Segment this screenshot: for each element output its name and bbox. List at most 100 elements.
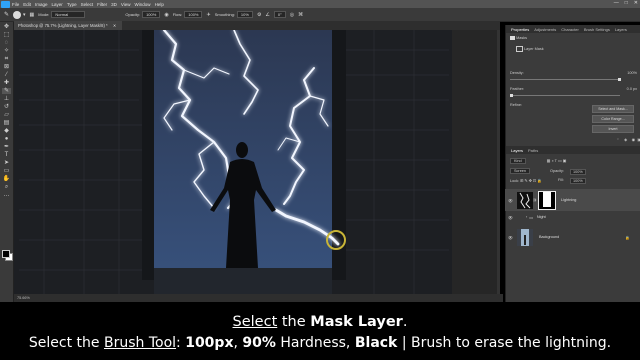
density-value[interactable]: 100% xyxy=(627,71,637,75)
quick-select-tool-icon[interactable]: ✧ xyxy=(2,48,11,54)
density-slider[interactable] xyxy=(510,78,621,81)
vertical-scrollbar[interactable] xyxy=(497,30,500,294)
load-selection-icon[interactable]: ◌ xyxy=(617,137,619,141)
lasso-tool-icon[interactable]: ◌ xyxy=(2,40,11,46)
feather-value[interactable]: 0.0 px xyxy=(627,87,637,91)
layer-name-background[interactable]: Background xyxy=(539,235,559,239)
folder-chevron-icon[interactable]: › xyxy=(526,215,527,219)
opacity-field[interactable]: 100% xyxy=(142,11,161,18)
mask-link-icon[interactable]: ⛓ xyxy=(533,198,537,202)
menu-filter[interactable]: Filter xyxy=(97,2,107,7)
caption-period: . xyxy=(402,314,408,330)
layer-opacity-field[interactable]: 100% xyxy=(570,169,586,175)
layer-name-lightning[interactable]: Lightning xyxy=(561,198,576,202)
photoshop-logo-icon[interactable] xyxy=(1,0,10,8)
layer-kind-filter[interactable]: Kind xyxy=(510,158,526,164)
menu-image[interactable]: Image xyxy=(35,2,48,7)
disable-mask-icon[interactable]: ◉ xyxy=(632,137,635,142)
angle-icon[interactable]: ∠ xyxy=(265,12,269,18)
path-select-tool-icon[interactable]: ➤ xyxy=(2,160,11,166)
marquee-tool-icon[interactable]: ⬚ xyxy=(2,32,11,38)
tab-close-icon[interactable]: ✕ xyxy=(113,23,117,28)
color-range-button[interactable]: Color Range... xyxy=(592,115,634,123)
tab-character[interactable]: Character xyxy=(561,27,579,32)
layer-row-night[interactable]: 👁 › ▭ Night xyxy=(505,213,640,221)
airbrush-icon[interactable]: ✈ xyxy=(206,12,210,18)
menu-file[interactable]: File xyxy=(12,2,19,7)
layer-row-lightning[interactable]: 👁 ⛓ Lightning xyxy=(505,189,640,211)
blend-mode-select[interactable]: Screen xyxy=(510,168,531,174)
visibility-eye-icon[interactable]: 👁 xyxy=(508,198,514,203)
pen-tool-icon[interactable]: ✒ xyxy=(2,144,11,150)
flow-field[interactable]: 100% xyxy=(184,11,203,18)
brush-preset-picker[interactable]: ▾ xyxy=(13,10,26,19)
symmetry-icon[interactable]: ⌘ xyxy=(298,12,303,18)
history-brush-tool-icon[interactable]: ↺ xyxy=(2,104,11,110)
document-tab[interactable]: Photoshop @ 75.7% (Lightning, Layer Mask… xyxy=(14,21,123,30)
visibility-eye-icon[interactable]: 👁 xyxy=(508,235,514,240)
eraser-tool-icon[interactable]: ▱ xyxy=(2,112,11,118)
angle-field[interactable]: 0° xyxy=(273,11,286,18)
frame-tool-icon[interactable]: ⊠ xyxy=(2,64,11,70)
tab-layers-top[interactable]: Layers xyxy=(615,27,627,32)
visibility-eye-icon[interactable]: 👁 xyxy=(508,215,514,220)
tab-layers[interactable]: Layers xyxy=(511,148,523,153)
more-tools-icon[interactable]: … xyxy=(2,192,11,198)
close-icon[interactable]: ✕ xyxy=(634,0,638,6)
layer-row-background[interactable]: 👁 Background 🔒 xyxy=(505,226,640,248)
layer-mask-row[interactable]: Layer Mask xyxy=(516,46,637,52)
filter-shape-icon[interactable]: ▭ xyxy=(558,159,562,163)
move-tool-icon[interactable]: ✥ xyxy=(2,24,11,30)
maximize-icon[interactable]: □ xyxy=(625,0,628,6)
tab-properties[interactable]: Properties xyxy=(511,27,529,32)
blur-tool-icon[interactable]: ◆ xyxy=(2,128,11,134)
eyedropper-tool-icon[interactable]: ⁄ xyxy=(2,72,11,78)
apply-mask-icon[interactable]: ◈ xyxy=(624,137,627,142)
shape-tool-icon[interactable]: ▭ xyxy=(2,168,11,174)
mask-mode-icon[interactable] xyxy=(510,36,515,40)
tab-adjustments[interactable]: Adjustments xyxy=(534,27,556,32)
caption-black: Black xyxy=(354,335,398,351)
crop-tool-icon[interactable]: ⌗ xyxy=(2,56,11,62)
menu-3d[interactable]: 3D xyxy=(111,2,117,7)
healing-brush-tool-icon[interactable]: ✚ xyxy=(2,80,11,86)
brush-tool-icon[interactable]: ✎ xyxy=(4,11,9,18)
mode-select[interactable]: Normal xyxy=(51,11,86,18)
menu-view[interactable]: View xyxy=(121,2,131,7)
menu-layer[interactable]: Layer xyxy=(52,2,63,7)
smoothing-field[interactable]: 10% xyxy=(236,11,253,18)
fill-field[interactable]: 100% xyxy=(570,178,586,184)
menu-select[interactable]: Select xyxy=(81,2,94,7)
menu-type[interactable]: Type xyxy=(67,2,77,7)
zoom-tool-icon[interactable]: ⌕ xyxy=(2,184,11,190)
smoothing-settings-icon[interactable]: ⚙ xyxy=(257,12,261,18)
select-and-mask-button[interactable]: Select and Mask... xyxy=(592,105,634,113)
brush-tool-icon[interactable]: ✎ xyxy=(2,88,11,94)
pressure-opacity-icon[interactable]: ◉ xyxy=(164,12,168,18)
zoom-level[interactable]: 75.66% xyxy=(17,296,30,300)
brush-settings-icon[interactable]: ▦ xyxy=(30,12,35,18)
feather-slider[interactable] xyxy=(510,94,620,97)
layer-mask-thumbnail[interactable] xyxy=(538,190,556,210)
gradient-tool-icon[interactable]: ▤ xyxy=(2,120,11,126)
menu-window[interactable]: Window xyxy=(135,2,151,7)
document-canvas[interactable] xyxy=(14,30,452,294)
filter-type-icon[interactable]: T xyxy=(555,159,557,163)
invert-button[interactable]: Invert xyxy=(592,125,634,133)
layer-name-night[interactable]: Night xyxy=(537,215,546,219)
filter-smart-icon[interactable]: ▣ xyxy=(563,159,567,163)
tab-paths[interactable]: Paths xyxy=(528,148,538,153)
foreground-color-swatch[interactable] xyxy=(2,250,10,258)
clone-stamp-tool-icon[interactable]: ⊥ xyxy=(2,96,11,102)
minimize-icon[interactable]: — xyxy=(614,0,619,6)
menu-help[interactable]: Help xyxy=(155,2,164,7)
filter-pixel-icon[interactable]: ▦ xyxy=(547,159,551,163)
menu-edit[interactable]: Edit xyxy=(23,2,31,7)
filter-adjust-icon[interactable]: ◑ xyxy=(551,159,553,163)
refine-label: Refine: xyxy=(510,103,523,107)
hand-tool-icon[interactable]: ✋ xyxy=(2,176,11,182)
pressure-size-icon[interactable]: ◎ xyxy=(290,12,294,18)
tab-brush-settings[interactable]: Brush Settings xyxy=(584,27,610,32)
type-tool-icon[interactable]: T xyxy=(2,152,11,158)
dodge-tool-icon[interactable]: ● xyxy=(2,136,11,142)
